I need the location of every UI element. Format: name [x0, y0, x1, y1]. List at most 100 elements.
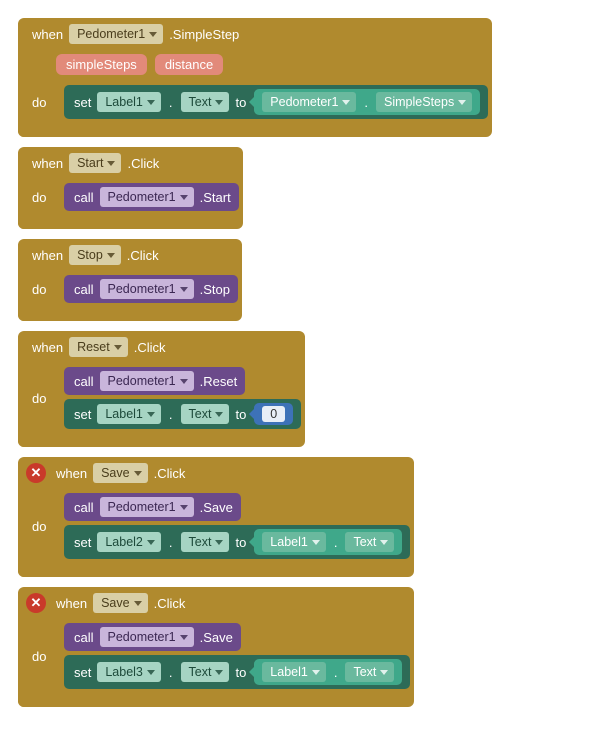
do-keyword: do [18, 271, 64, 307]
component-dropdown[interactable]: Label3 [97, 662, 161, 682]
call-block[interactable]: call Pedometer1 .Reset [64, 367, 245, 395]
event-header: whenPedometer1.SimpleStep [18, 18, 492, 50]
event-name: .Click [127, 248, 159, 263]
number-input[interactable]: 0 [262, 406, 285, 422]
method-label: .Reset [200, 374, 238, 389]
component-dropdown[interactable]: Reset [69, 337, 128, 357]
call-keyword: call [74, 630, 94, 645]
call-block[interactable]: callPedometer1.Stop [64, 275, 238, 303]
event-header: when Stop .Click [18, 239, 242, 271]
component-dropdown[interactable]: Label1 [97, 92, 161, 112]
when-keyword: when [56, 466, 87, 481]
caret-down-icon [180, 379, 188, 384]
block-foot [18, 433, 168, 447]
to-keyword: to [235, 535, 246, 550]
number-literal[interactable]: 0 [254, 403, 293, 425]
property-dropdown[interactable]: Text [345, 532, 394, 552]
event-block[interactable]: whenStop.ClickdocallPedometer1.Stop [18, 239, 242, 321]
error-icon[interactable]: ✕ [26, 463, 46, 483]
component-dropdown[interactable]: Label1 [97, 404, 161, 424]
event-block[interactable]: whenReset.ClickdocallPedometer1.Resetset… [18, 331, 305, 447]
set-keyword: set [74, 535, 91, 550]
call-keyword: call [74, 500, 94, 515]
do-keyword: do [18, 179, 64, 215]
event-block[interactable]: whenStart.ClickdocallPedometer1.Start [18, 147, 243, 229]
set-keyword: set [74, 407, 91, 422]
block-foot [18, 693, 168, 707]
set-block[interactable]: setLabel1 . Text to Pedometer1 . SimpleS… [64, 85, 488, 119]
property-dropdown[interactable]: Text [181, 92, 230, 112]
property-dropdown[interactable]: Text [181, 532, 230, 552]
event-body: docall Pedometer1 .Start [18, 179, 243, 229]
component-dropdown[interactable]: Stop [69, 245, 121, 265]
call-keyword: call [74, 190, 94, 205]
event-block[interactable]: whenPedometer1.SimpleStepsimpleStepsdist… [18, 18, 492, 137]
property-dropdown[interactable]: SimpleSteps [376, 92, 472, 112]
set-keyword: set [74, 665, 91, 680]
event-name: .Click [134, 340, 166, 355]
caret-down-icon [107, 253, 115, 258]
to-keyword: to [235, 665, 246, 680]
call-block[interactable]: callPedometer1.Save [64, 493, 241, 521]
caret-down-icon [215, 412, 223, 417]
call-keyword: call [74, 374, 94, 389]
component-dropdown[interactable]: Save [93, 463, 148, 483]
component-dropdown[interactable]: Label1 [262, 532, 326, 552]
component-dropdown[interactable]: Pedometer1 [100, 371, 194, 391]
component-dropdown[interactable]: Pedometer1 [262, 92, 356, 112]
property-dropdown[interactable]: Text [181, 662, 230, 682]
caret-down-icon [458, 100, 466, 105]
property-dropdown[interactable]: Text [345, 662, 394, 682]
component-dropdown[interactable]: Pedometer1 [100, 627, 194, 647]
caret-down-icon [180, 195, 188, 200]
component-dropdown[interactable]: Start [69, 153, 121, 173]
caret-down-icon [215, 540, 223, 545]
property-dropdown[interactable]: Text [181, 404, 230, 424]
component-dropdown[interactable]: Save [93, 593, 148, 613]
event-param[interactable]: simpleSteps [56, 54, 147, 75]
method-label: .Start [200, 190, 231, 205]
error-icon[interactable]: ✕ [26, 593, 46, 613]
component-dropdown[interactable]: Label1 [262, 662, 326, 682]
call-block[interactable]: callPedometer1.Save [64, 623, 241, 651]
set-block[interactable]: set Label1 . Text to 0 [64, 399, 301, 429]
event-block[interactable]: ✕whenSave.ClickdocallPedometer1.SavesetL… [18, 587, 414, 707]
caret-down-icon [107, 161, 115, 166]
caret-down-icon [147, 100, 155, 105]
caret-down-icon [114, 345, 122, 350]
event-header: whenReset.Click [18, 331, 305, 363]
event-body: docallPedometer1.ResetsetLabel1 . Text t… [18, 363, 305, 447]
set-block[interactable]: set Label2 . Text to Label1 . Text [64, 525, 410, 559]
caret-down-icon [342, 100, 350, 105]
block-foot [18, 123, 168, 137]
component-dropdown[interactable]: Pedometer1 [100, 279, 194, 299]
event-name: .Click [154, 466, 186, 481]
when-keyword: when [32, 27, 63, 42]
dot: . [332, 535, 340, 550]
dot: . [167, 95, 175, 110]
get-property-block[interactable]: Pedometer1 . SimpleSteps [254, 89, 480, 115]
call-block[interactable]: call Pedometer1 .Start [64, 183, 239, 211]
component-dropdown[interactable]: Pedometer1 [69, 24, 163, 44]
event-body: dosetLabel1 . Text to Pedometer1 . Simpl… [18, 81, 492, 137]
to-keyword: to [235, 407, 246, 422]
event-block[interactable]: ✕whenSave.ClickdocallPedometer1.SavesetL… [18, 457, 414, 577]
event-param[interactable]: distance [155, 54, 223, 75]
component-dropdown[interactable]: Label2 [97, 532, 161, 552]
event-name: .Click [154, 596, 186, 611]
dot: . [167, 535, 175, 550]
dot: . [167, 407, 175, 422]
event-header: ✕whenSave.Click [18, 587, 414, 619]
component-dropdown[interactable]: Pedometer1 [100, 497, 194, 517]
get-property-block[interactable]: Label1 . Text [254, 529, 402, 555]
method-label: .Stop [200, 282, 230, 297]
component-dropdown[interactable]: Pedometer1 [100, 187, 194, 207]
set-block[interactable]: setLabel3 . Text to Label1 . Text [64, 655, 410, 689]
event-body: docallPedometer1.Stop [18, 271, 242, 321]
when-keyword: when [32, 156, 63, 171]
when-keyword: when [32, 248, 63, 263]
caret-down-icon [312, 540, 320, 545]
get-property-block[interactable]: Label1 . Text [254, 659, 402, 685]
do-keyword: do [18, 619, 64, 693]
caret-down-icon [380, 540, 388, 545]
